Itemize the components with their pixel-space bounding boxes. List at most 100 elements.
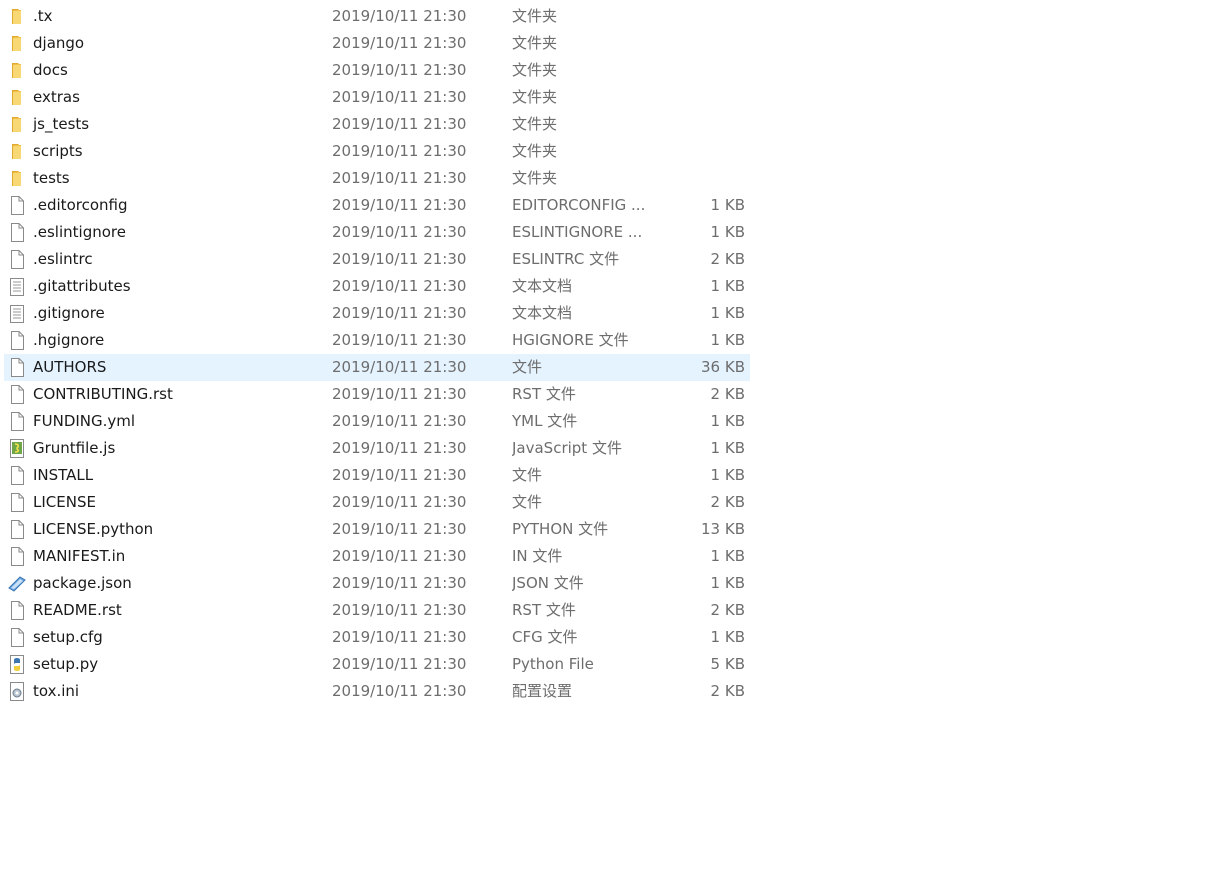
file-icon [8, 250, 26, 269]
file-name: package.json [33, 574, 132, 592]
file-date-modified: 2019/10/11 21:30 [332, 601, 467, 619]
file-date-modified: 2019/10/11 21:30 [332, 250, 467, 268]
file-name: README.rst [33, 601, 122, 619]
file-type: RST 文件 [512, 601, 576, 619]
file-name: js_tests [33, 115, 90, 133]
file-name: tests [33, 169, 70, 187]
file-row[interactable]: js_tests 2019/10/11 21:30 文件夹 [4, 111, 750, 138]
file-row[interactable]: extras 2019/10/11 21:30 文件夹 [4, 84, 750, 111]
file-date-modified: 2019/10/11 21:30 [332, 169, 467, 187]
file-date-modified: 2019/10/11 21:30 [332, 88, 467, 106]
file-row[interactable]: tests 2019/10/11 21:30 文件夹 [4, 165, 750, 192]
file-row[interactable]: .hgignore 2019/10/11 21:30 HGIGNORE 文件 1 KB [4, 327, 750, 354]
file-name: setup.cfg [33, 628, 103, 646]
file-row[interactable]: .editorconfig 2019/10/11 21:30 EDITORCONFI… [4, 192, 750, 219]
file-row[interactable]: LICENSE.python 2019/10/11 21:30 PYTHON 文件 1… [4, 516, 750, 543]
file-type: CFG 文件 [512, 628, 578, 646]
file-size: 1 KB [710, 196, 745, 214]
settings-file-icon [8, 682, 26, 701]
file-row[interactable]: FUNDING.yml 2019/10/11 21:30 YML 文件 1 KB [4, 408, 750, 435]
file-row[interactable]: setup.cfg 2019/10/11 21:30 CFG 文件 1 KB [4, 624, 750, 651]
file-date-modified: 2019/10/11 21:30 [332, 304, 467, 322]
file-size: 2 KB [710, 385, 745, 403]
file-type: 文件夹 [512, 142, 558, 160]
file-name: extras [33, 88, 80, 106]
file-name: .editorconfig [33, 196, 128, 214]
file-date-modified: 2019/10/11 21:30 [332, 682, 467, 700]
file-name: .eslintignore [33, 223, 126, 241]
file-row[interactable]: CONTRIBUTING.rst 2019/10/11 21:30 RST 文件 2 … [4, 381, 750, 408]
file-date-modified: 2019/10/11 21:30 [332, 277, 467, 295]
file-date-modified: 2019/10/11 21:30 [332, 142, 467, 160]
file-row[interactable]: AUTHORS 2019/10/11 21:30 文件 36 KB [4, 354, 750, 381]
file-row[interactable]: package.json 2019/10/11 21:30 JSON 文件 1 KB [4, 570, 750, 597]
file-name: scripts [33, 142, 83, 160]
file-type: HGIGNORE 文件 [512, 331, 629, 349]
file-type: 文件夹 [512, 7, 558, 25]
file-size: 1 KB [710, 277, 745, 295]
json-file-icon [8, 574, 26, 593]
file-row[interactable]: .tx 2019/10/11 21:30 文件夹 [4, 3, 750, 30]
file-type: JavaScript 文件 [512, 439, 622, 457]
file-name: .gitattributes [33, 277, 131, 295]
file-icon [8, 385, 26, 404]
file-date-modified: 2019/10/11 21:30 [332, 61, 467, 79]
file-name: LICENSE.python [33, 520, 154, 538]
file-icon [8, 331, 26, 350]
file-size: 1 KB [710, 439, 745, 457]
file-size: 2 KB [710, 601, 745, 619]
file-type: ESLINTIGNORE ... [512, 223, 643, 241]
file-type: EDITORCONFIG ... [512, 196, 646, 214]
file-size: 1 KB [710, 574, 745, 592]
file-row[interactable]: README.rst 2019/10/11 21:30 RST 文件 2 KB [4, 597, 750, 624]
file-size: 1 KB [710, 547, 745, 565]
file-row[interactable]: .gitignore 2019/10/11 21:30 文本文档 1 KB [4, 300, 750, 327]
file-name: MANIFEST.in [33, 547, 126, 565]
folder-icon [8, 34, 26, 53]
file-name: Gruntfile.js [33, 439, 116, 457]
file-date-modified: 2019/10/11 21:30 [332, 547, 467, 565]
file-row[interactable]: django 2019/10/11 21:30 文件夹 [4, 30, 750, 57]
file-name: CONTRIBUTING.rst [33, 385, 173, 403]
file-type: 文件夹 [512, 34, 558, 52]
file-row[interactable]: setup.py 2019/10/11 21:30 Python File 5 KB [4, 651, 750, 678]
file-row[interactable]: scripts 2019/10/11 21:30 文件夹 [4, 138, 750, 165]
file-icon [8, 547, 26, 566]
file-row[interactable]: .gitattributes 2019/10/11 21:30 文本文档 1 KB [4, 273, 750, 300]
text-file-icon [8, 277, 26, 296]
file-size: 2 KB [710, 250, 745, 268]
file-row[interactable]: .eslintrc 2019/10/11 21:30 ESLINTRC 文件 2 KB [4, 246, 750, 273]
file-row[interactable]: Gruntfile.js 2019/10/11 21:30 JavaScript 文… [4, 435, 750, 462]
file-list: .tx 2019/10/11 21:30 文件夹 django 2019/10/11 2… [4, 3, 750, 705]
file-size: 2 KB [710, 682, 745, 700]
file-row[interactable]: MANIFEST.in 2019/10/11 21:30 IN 文件 1 KB [4, 543, 750, 570]
file-date-modified: 2019/10/11 21:30 [332, 412, 467, 430]
file-size: 1 KB [710, 304, 745, 322]
file-type: PYTHON 文件 [512, 520, 609, 538]
file-name: AUTHORS [33, 358, 107, 376]
file-icon [8, 196, 26, 215]
file-row[interactable]: docs 2019/10/11 21:30 文件夹 [4, 57, 750, 84]
file-icon [8, 358, 26, 377]
file-size: 5 KB [710, 655, 745, 673]
file-name: setup.py [33, 655, 99, 673]
file-row[interactable]: .eslintignore 2019/10/11 21:30 ESLINTIGNOR… [4, 219, 750, 246]
file-date-modified: 2019/10/11 21:30 [332, 466, 467, 484]
file-name: INSTALL [33, 466, 94, 484]
file-row[interactable]: INSTALL 2019/10/11 21:30 文件 1 KB [4, 462, 750, 489]
file-size: 1 KB [710, 412, 745, 430]
file-name: LICENSE [33, 493, 96, 511]
file-name: tox.ini [33, 682, 80, 700]
file-name: .eslintrc [33, 250, 93, 268]
file-icon [8, 466, 26, 485]
file-icon [8, 493, 26, 512]
file-date-modified: 2019/10/11 21:30 [332, 115, 467, 133]
file-row[interactable]: tox.ini 2019/10/11 21:30 配置设置 2 KB [4, 678, 750, 705]
file-name: .hgignore [33, 331, 105, 349]
file-date-modified: 2019/10/11 21:30 [332, 520, 467, 538]
file-row[interactable]: LICENSE 2019/10/11 21:30 文件 2 KB [4, 489, 750, 516]
folder-icon [8, 61, 26, 80]
file-date-modified: 2019/10/11 21:30 [332, 655, 467, 673]
file-icon [8, 223, 26, 242]
file-type: 文件夹 [512, 88, 558, 106]
